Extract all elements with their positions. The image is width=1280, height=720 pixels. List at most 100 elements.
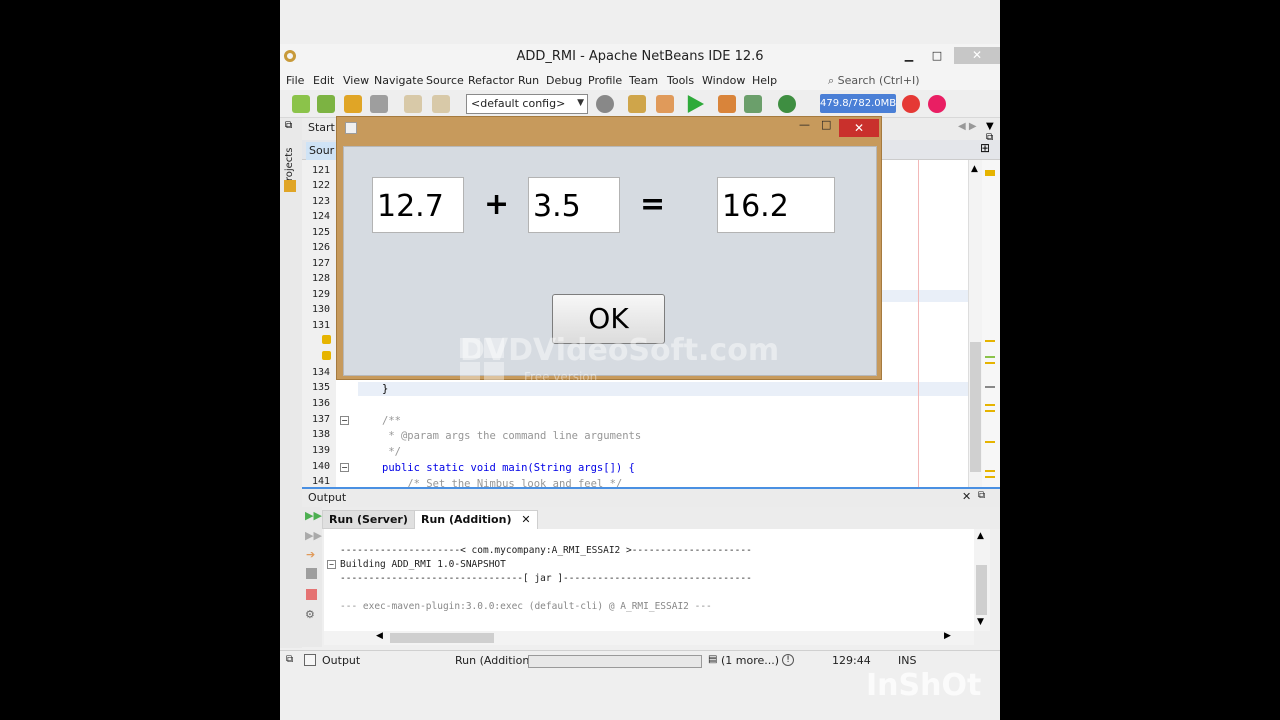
dialog-title-bar[interactable]: — □ ✕	[337, 117, 881, 139]
fold-toggle-icon[interactable]: −	[340, 416, 349, 425]
warning-marker[interactable]	[985, 340, 995, 342]
scroll-left-icon[interactable]: ◀	[376, 631, 383, 641]
close-icon[interactable]: ✕	[962, 490, 971, 503]
right-margin-guide	[918, 160, 919, 487]
dialog-close-button[interactable]: ✕	[839, 119, 879, 137]
warning-marker[interactable]	[985, 470, 995, 472]
dialog-minimize-button[interactable]: —	[799, 118, 810, 131]
output-horizontal-scrollbar[interactable]: ◀ ▶	[324, 631, 974, 645]
search-placeholder: Search (Ctrl+I)	[837, 74, 920, 87]
menu-tools[interactable]: Tools	[667, 74, 694, 87]
restore-window-icon[interactable]: ⧉	[978, 490, 985, 501]
new-project-icon[interactable]	[317, 95, 335, 113]
open-project-icon[interactable]	[344, 95, 362, 113]
menu-view[interactable]: View	[343, 74, 369, 87]
fold-toggle-icon[interactable]: −	[327, 560, 336, 569]
warning-icon[interactable]	[322, 335, 331, 344]
rerun-icon[interactable]: ▶▶	[305, 509, 322, 522]
menu-debug[interactable]: Debug	[546, 74, 582, 87]
ide-close-button[interactable]: ✕	[954, 47, 1000, 64]
warning-marker[interactable]	[985, 404, 995, 406]
main-toolbar: <default config> ▼ 479.8/782.0MB	[280, 90, 1000, 118]
tab-start[interactable]: Start	[308, 121, 335, 134]
new-file-icon[interactable]	[292, 95, 310, 113]
attach-debugger-icon[interactable]	[778, 95, 796, 113]
close-icon[interactable]: ✕	[521, 513, 530, 526]
ide-minimize-button[interactable]: ▁	[896, 47, 922, 64]
menu-file[interactable]: File	[286, 74, 304, 87]
scroll-tabs-icon[interactable]: ◀ ▶	[958, 121, 977, 132]
menu-source[interactable]: Source	[426, 74, 464, 87]
scrollbar-thumb[interactable]	[970, 342, 981, 472]
result-field[interactable]: 16.2	[717, 177, 835, 233]
java-app-icon	[345, 122, 357, 134]
warning-marker[interactable]	[985, 476, 995, 478]
save-all-icon[interactable]	[370, 95, 388, 113]
settings-gear-icon[interactable]: ⚙	[305, 608, 315, 621]
config-select[interactable]: <default config> ▼	[466, 94, 588, 114]
menu-navigate[interactable]: Navigate	[374, 74, 423, 87]
scroll-up-icon[interactable]: ▲	[977, 531, 984, 541]
fold-toggle-icon[interactable]: −	[340, 463, 349, 472]
code-comment: * @param args the command line arguments	[382, 430, 642, 442]
warning-marker[interactable]	[985, 410, 995, 412]
build-hammer-icon[interactable]	[628, 95, 646, 113]
restore-window-icon[interactable]: ⧉	[286, 654, 293, 665]
change-marker[interactable]	[985, 356, 995, 358]
status-output-label[interactable]: Output	[322, 654, 360, 667]
output-line: ---------------------< com.mycompany:A_R…	[340, 545, 752, 556]
dialog-maximize-button[interactable]: □	[821, 118, 831, 131]
editor-vertical-scrollbar[interactable]: ▲	[968, 160, 982, 487]
warning-icon[interactable]	[322, 351, 331, 360]
ide-maximize-button[interactable]: □	[924, 47, 950, 64]
split-window-icon[interactable]: ⊞	[980, 141, 990, 155]
clean-build-icon[interactable]	[656, 95, 674, 113]
memory-indicator[interactable]: 479.8/782.0MB	[820, 94, 896, 113]
menu-refactor[interactable]: Refactor	[468, 74, 514, 87]
gc-icon[interactable]	[902, 95, 920, 113]
menu-profile[interactable]: Profile	[588, 74, 622, 87]
scrollbar-thumb[interactable]	[976, 565, 987, 615]
pause-icon[interactable]	[306, 568, 317, 579]
scrollbar-thumb[interactable]	[390, 633, 494, 643]
status-more-link[interactable]: (1 more...)	[721, 654, 779, 667]
menu-bar: File Edit View Navigate Source Refactor …	[280, 70, 1000, 90]
menu-help[interactable]: Help	[752, 74, 777, 87]
debug-icon[interactable]	[718, 95, 736, 113]
output-vertical-scrollbar[interactable]: ▲ ▼	[974, 529, 990, 631]
notification-icon[interactable]: !	[782, 654, 794, 666]
rerun-different-icon[interactable]: ▶▶	[305, 529, 322, 542]
menu-edit[interactable]: Edit	[313, 74, 334, 87]
warning-marker[interactable]	[985, 362, 995, 364]
profile-icon[interactable]	[744, 95, 762, 113]
undo-icon[interactable]	[404, 95, 422, 113]
tab-run-addition[interactable]: Run (Addition) ✕	[414, 510, 538, 529]
scroll-right-icon[interactable]: ▶	[944, 631, 951, 641]
line-number: 139	[312, 445, 331, 456]
scroll-up-icon[interactable]: ▲	[971, 164, 978, 174]
output-console[interactable]: ---------------------< com.mycompany:A_R…	[324, 529, 974, 631]
run-icon[interactable]	[687, 95, 704, 113]
stop-arrow-icon[interactable]: ➔	[306, 548, 315, 561]
menu-window[interactable]: Window	[702, 74, 745, 87]
profile-ide-icon[interactable]	[928, 95, 946, 113]
scroll-down-icon[interactable]: ▼	[977, 617, 984, 627]
stop-icon[interactable]	[306, 589, 317, 600]
menu-run[interactable]: Run	[518, 74, 539, 87]
redo-icon[interactable]	[432, 95, 450, 113]
task-list-icon[interactable]: ▤	[708, 654, 717, 665]
operand1-field[interactable]: 12.7	[372, 177, 464, 233]
warning-marker[interactable]	[985, 170, 995, 176]
ide-window-title: ADD_RMI - Apache NetBeans IDE 12.6	[516, 49, 764, 64]
line-number: 126	[312, 242, 331, 253]
globe-icon[interactable]	[596, 95, 614, 113]
search-field[interactable]: ⌕ Search (Ctrl+I)	[828, 74, 920, 88]
tab-source[interactable]: Sour	[306, 142, 336, 160]
warning-marker[interactable]	[985, 441, 995, 443]
menu-team[interactable]: Team	[629, 74, 658, 87]
search-icon: ⌕	[828, 74, 838, 87]
line-number: 136	[312, 398, 331, 409]
restore-window-icon[interactable]: ⧉	[285, 120, 292, 131]
files-tab-icon[interactable]	[284, 180, 296, 192]
operand2-field[interactable]: 3.5	[528, 177, 620, 233]
